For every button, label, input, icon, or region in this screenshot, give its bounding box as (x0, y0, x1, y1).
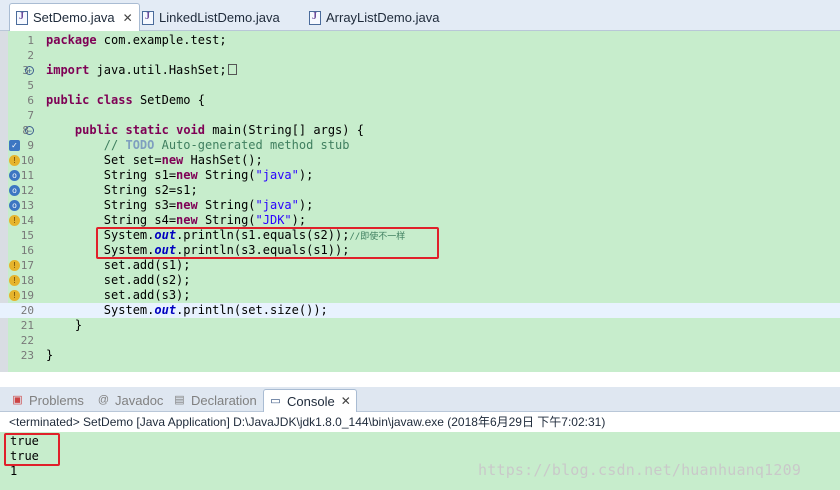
console-output[interactable]: true true 1 https://blog.csdn.net/huanhu… (0, 432, 840, 490)
code-line: 3 + import java.util.HashSet; (0, 63, 840, 78)
panel-tab-bar: ▣ Problems @ Javadoc ▤ Declaration ▭ Con… (0, 387, 840, 412)
line-number: 10 (20, 154, 34, 167)
code-line: ! 14 String s4=new String("JDK"); (0, 213, 840, 228)
line-number: 6 (27, 94, 34, 107)
close-icon[interactable]: ✕ (341, 394, 351, 408)
code-text: } (74, 318, 83, 332)
code-text: String s4=new String("JDK"); (103, 213, 307, 227)
code-line: ! 19 set.add(s3); (0, 288, 840, 303)
current-code-line: 20 System.out.println(set.size()); (0, 303, 840, 318)
close-icon[interactable]: ✕ (123, 11, 133, 25)
console-line: 1 (10, 464, 18, 478)
tab-setdemo[interactable]: SetDemo.java ✕ (9, 3, 140, 31)
line-number: 11 (20, 169, 34, 182)
problems-icon: ▣ (12, 394, 23, 406)
code-text: System.out.println(set.size()); (103, 303, 328, 317)
code-line: 6 public class SetDemo { (0, 93, 840, 108)
line-number: 22 (20, 334, 34, 347)
code-line: 8 − public static void main(String[] arg… (0, 123, 840, 138)
line-number: 19 (20, 289, 34, 302)
tab-javadoc[interactable]: @ Javadoc (92, 389, 168, 412)
tab-label: Problems (29, 393, 84, 408)
code-text: Set set=new HashSet(); (103, 153, 263, 167)
code-text: String s1=new String("java"); (103, 168, 314, 182)
tab-label: Declaration (191, 393, 257, 408)
code-line: o 12 String s2=s1; (0, 183, 840, 198)
line-number: 1 (27, 34, 34, 47)
code-line: 5 (0, 78, 840, 93)
highlight-box (96, 227, 439, 259)
code-line: ! 18 set.add(s2); (0, 273, 840, 288)
code-line: o 13 String s3=new String("java"); (0, 198, 840, 213)
console-status: <terminated> SetDemo [Java Application] … (0, 412, 840, 432)
code-text: String s3=new String("java"); (103, 198, 314, 212)
expand-fold-icon[interactable]: + (25, 66, 34, 76)
code-text: package com.example.test; (46, 33, 227, 47)
code-line: 2 (0, 48, 840, 63)
line-number: 17 (20, 259, 34, 272)
code-line: ! 17 set.add(s1); (0, 258, 840, 273)
tab-label: LinkedListDemo.java (159, 10, 280, 25)
code-line: 21 } (0, 318, 840, 333)
line-number: 14 (20, 214, 34, 227)
declaration-icon: ▤ (174, 394, 185, 406)
code-text: public static void main(String[] args) { (74, 123, 364, 137)
code-editor[interactable]: 1 package com.example.test; 2 3 + import… (0, 31, 840, 372)
java-file-icon (309, 10, 321, 25)
code-text: import java.util.HashSet; (46, 63, 237, 78)
code-line: 22 (0, 333, 840, 348)
collapse-fold-icon[interactable]: − (25, 126, 34, 136)
folded-code-icon[interactable] (227, 64, 237, 75)
tab-label: Javadoc (115, 393, 164, 408)
panel-separator (0, 372, 840, 387)
line-number: 13 (20, 199, 34, 212)
line-number: 23 (20, 349, 34, 362)
at-sign-icon: @ (97, 394, 110, 406)
tab-linkedlistdemo[interactable]: LinkedListDemo.java (136, 4, 286, 31)
line-number: 21 (20, 319, 34, 332)
code-text: String s2=s1; (103, 183, 198, 197)
line-number: 5 (27, 79, 34, 92)
code-text: set.add(s2); (103, 273, 191, 287)
code-text: set.add(s1); (103, 258, 191, 272)
line-number: 18 (20, 274, 34, 287)
tab-label: ArrayListDemo.java (326, 10, 440, 25)
code-text: } (46, 348, 54, 362)
tab-label: SetDemo.java (33, 10, 115, 25)
code-text: set.add(s3); (103, 288, 191, 302)
code-line: 1 package com.example.test; (0, 33, 840, 48)
line-number: 7 (27, 109, 34, 122)
tab-arraylistdemo[interactable]: ArrayListDemo.java (303, 4, 445, 31)
code-line: o 11 String s1=new String("java"); (0, 168, 840, 183)
java-file-icon (16, 10, 28, 25)
code-line: ✓ 9 // TODO Auto-generated method stub (0, 138, 840, 153)
line-number: 9 (27, 139, 34, 152)
line-number: 20 (20, 304, 34, 317)
watermark: https://blog.csdn.net/huanhuanq1209 (478, 461, 802, 479)
tab-problems[interactable]: ▣ Problems (6, 389, 89, 412)
line-number: 2 (27, 49, 34, 62)
line-number: 12 (20, 184, 34, 197)
editor-tab-bar: SetDemo.java ✕ LinkedListDemo.java Array… (0, 0, 840, 31)
highlight-box (4, 433, 60, 466)
tab-label: Console (287, 393, 335, 409)
code-text: public class SetDemo { (46, 93, 205, 107)
java-file-icon (142, 10, 154, 25)
code-text: // TODO Auto-generated method stub (103, 138, 350, 152)
line-number: 15 (20, 229, 34, 242)
code-line: 7 (0, 108, 840, 123)
tab-console[interactable]: ▭ Console ✕ (263, 389, 357, 412)
tab-declaration[interactable]: ▤ Declaration (168, 389, 262, 412)
code-line: 23 } (0, 348, 840, 363)
code-line: ! 10 Set set=new HashSet(); (0, 153, 840, 168)
line-number: 16 (20, 244, 34, 257)
console-icon: ▭ (270, 394, 281, 407)
